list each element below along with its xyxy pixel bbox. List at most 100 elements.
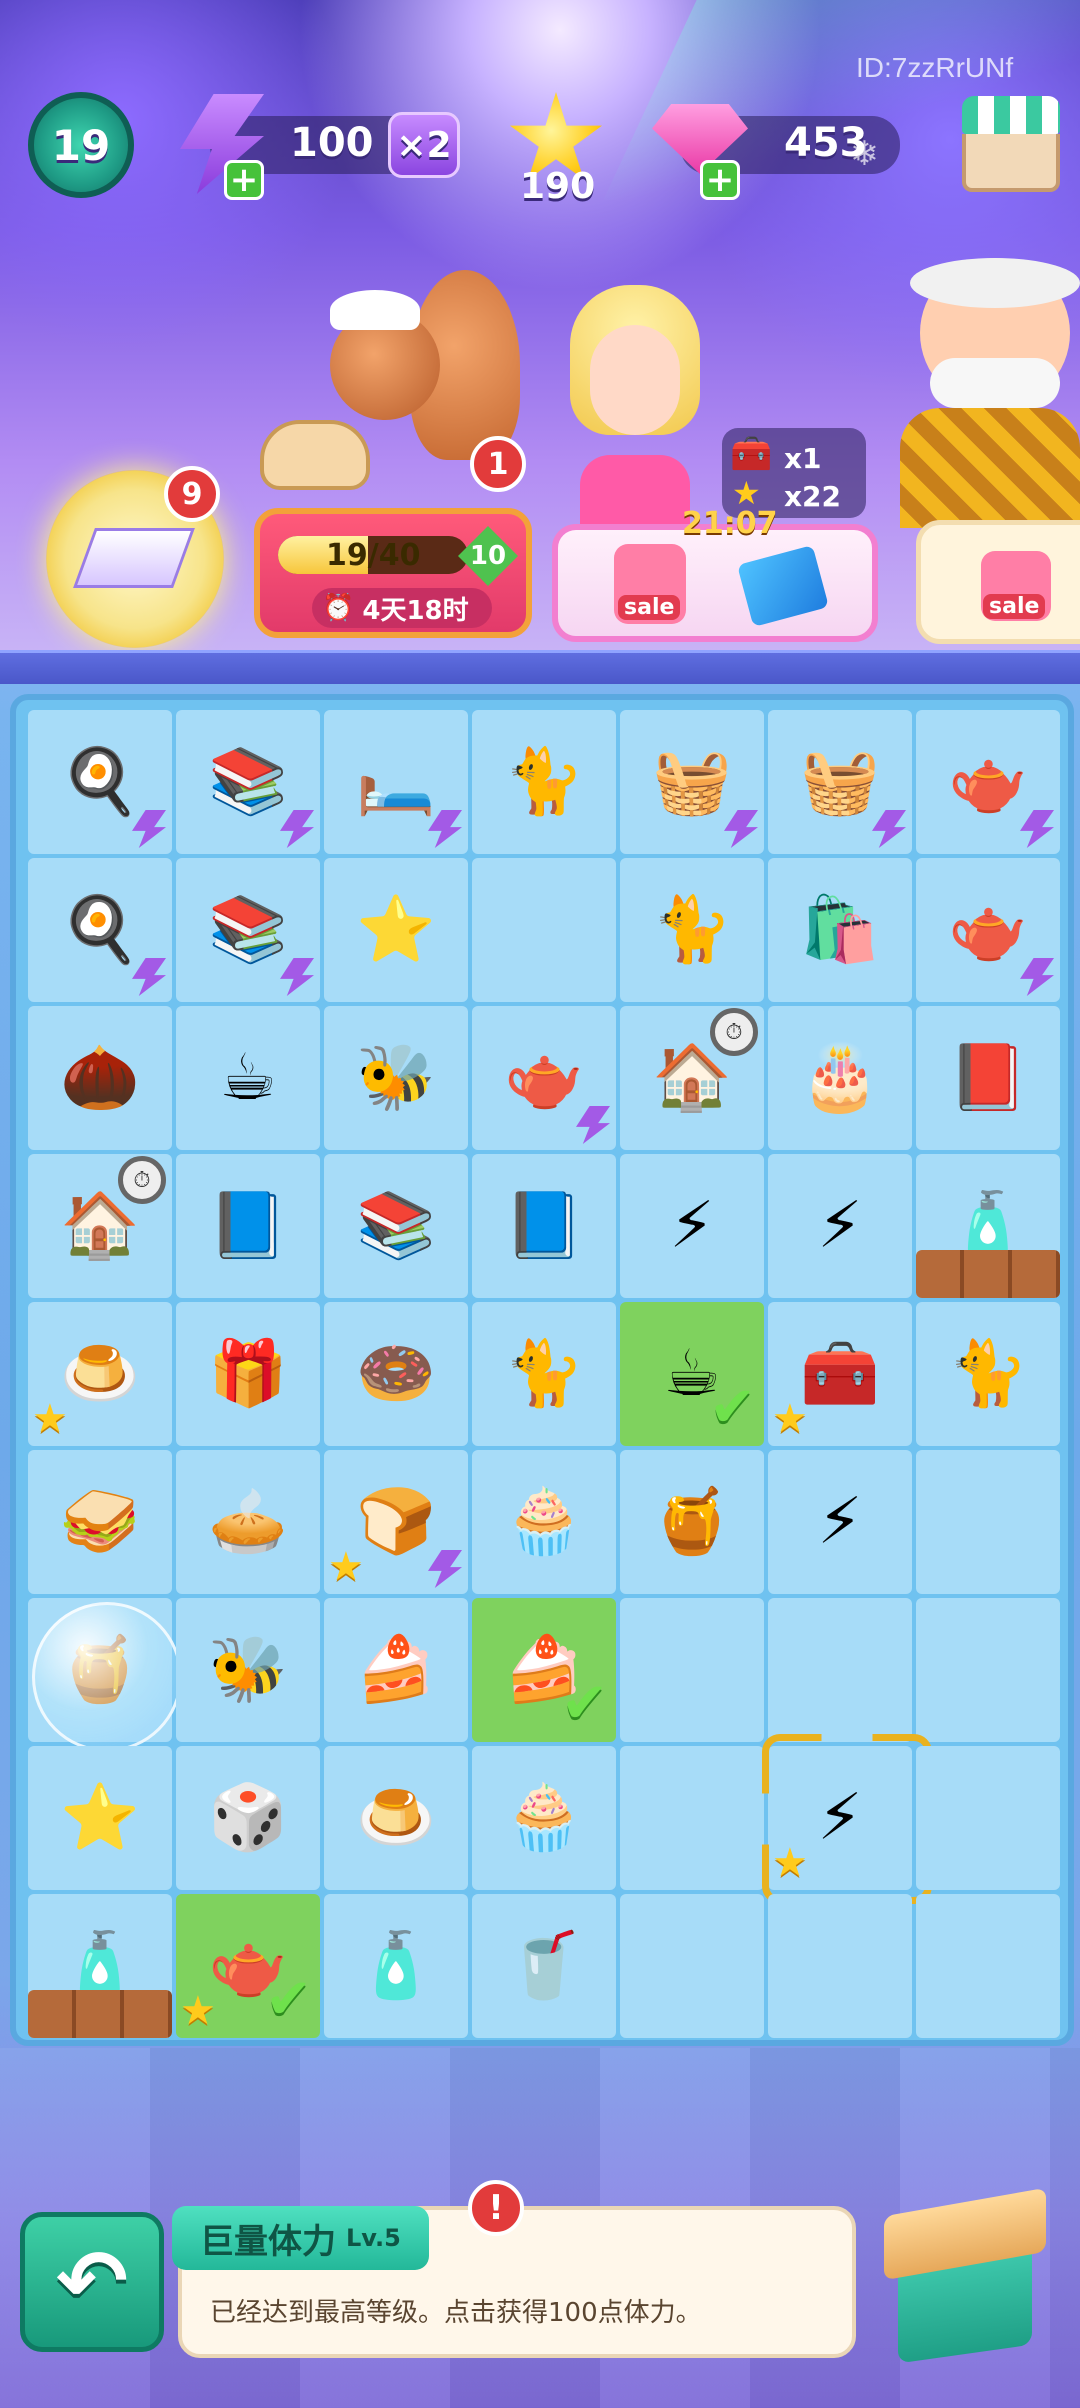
- board-cell[interactable]: 🎁: [176, 1302, 320, 1446]
- back-button[interactable]: ↶: [20, 2212, 164, 2352]
- board-cell[interactable]: 🍮: [324, 1746, 468, 1890]
- board-cell[interactable]: 📕: [916, 1006, 1060, 1150]
- board-cell[interactable]: 🍮 ★: [28, 1302, 172, 1446]
- board-cell[interactable]: 🌰: [28, 1006, 172, 1150]
- board-cell[interactable]: 📚: [176, 858, 320, 1002]
- board-item-icon[interactable]: 📚: [194, 728, 302, 836]
- board-item-icon[interactable]: 📘: [490, 1172, 598, 1280]
- board-cell[interactable]: 🎲: [176, 1746, 320, 1890]
- board-cell[interactable]: 🍩: [324, 1302, 468, 1446]
- board-cell[interactable]: 🧁: [472, 1450, 616, 1594]
- board-item-icon[interactable]: 🐈: [638, 876, 746, 984]
- board-item-icon[interactable]: 🧁: [490, 1764, 598, 1872]
- board-item-icon[interactable]: ⭐: [342, 876, 450, 984]
- board-cell[interactable]: 🍰 ✔: [472, 1598, 616, 1742]
- board-cell[interactable]: 🐈: [620, 858, 764, 1002]
- board-item-icon[interactable]: 🎁: [194, 1320, 302, 1428]
- board-cell[interactable]: 🐝: [324, 1006, 468, 1150]
- board-item-icon[interactable]: 🐝: [194, 1616, 302, 1724]
- board-cell[interactable]: 🫖: [916, 710, 1060, 854]
- board-cell[interactable]: 🥪: [28, 1450, 172, 1594]
- board-item-icon[interactable]: 🐝: [342, 1024, 450, 1132]
- board-item-icon[interactable]: 🎲: [194, 1764, 302, 1872]
- offer-card-2[interactable]: sale: [916, 520, 1080, 644]
- board-cell[interactable]: [620, 1894, 764, 2038]
- board-item-icon[interactable]: 🥤: [490, 1912, 598, 2020]
- board-cell[interactable]: 📘: [176, 1154, 320, 1298]
- board-item-icon[interactable]: 🐈: [490, 1320, 598, 1428]
- board-item-icon[interactable]: 🍳: [46, 728, 154, 836]
- board-item-icon[interactable]: 🎂: [786, 1024, 894, 1132]
- board-cell[interactable]: ⚡: [620, 1154, 764, 1298]
- board-item-icon[interactable]: ⚡: [786, 1468, 894, 1576]
- board-cell[interactable]: ⚡: [768, 1154, 912, 1298]
- board-cell[interactable]: ⭐: [28, 1746, 172, 1890]
- board-cell[interactable]: 🧴: [916, 1154, 1060, 1298]
- board-cell[interactable]: 🍳: [28, 710, 172, 854]
- board-cell[interactable]: 🧺: [768, 710, 912, 854]
- board-cell[interactable]: 🛍️: [768, 858, 912, 1002]
- board-item-icon[interactable]: 🐈: [934, 1320, 1042, 1428]
- energy-multiplier-button[interactable]: ×2: [388, 112, 460, 178]
- board-cell[interactable]: 🐝: [176, 1598, 320, 1742]
- board-cell[interactable]: [916, 1894, 1060, 2038]
- board-cell[interactable]: 🧰 ★: [768, 1302, 912, 1446]
- offer-card[interactable]: 21:07 sale: [552, 506, 878, 642]
- board-item-icon[interactable]: 🍮: [342, 1764, 450, 1872]
- board-cell[interactable]: 🛏️: [324, 710, 468, 854]
- board-cell[interactable]: 🏠 ⏱: [28, 1154, 172, 1298]
- board-cell[interactable]: 📚: [176, 710, 320, 854]
- board-cell[interactable]: [768, 1598, 912, 1742]
- board-cell[interactable]: 🧺: [620, 710, 764, 854]
- board-cell[interactable]: ☕ ✔: [620, 1302, 764, 1446]
- inventory-box-button[interactable]: [880, 2187, 1050, 2364]
- board-item-icon[interactable]: 🧺: [786, 728, 894, 836]
- board-cell[interactable]: 🥤: [472, 1894, 616, 2038]
- board-item-icon[interactable]: 🍳: [46, 876, 154, 984]
- board-cell[interactable]: 🍳: [28, 858, 172, 1002]
- board-cell[interactable]: 🍞 ★: [324, 1450, 468, 1594]
- board-cell[interactable]: [916, 1450, 1060, 1594]
- board-cell[interactable]: 🫖: [472, 1006, 616, 1150]
- board-cell[interactable]: ⭐: [324, 858, 468, 1002]
- board-cell[interactable]: [620, 1746, 764, 1890]
- board-cell[interactable]: 🥧: [176, 1450, 320, 1594]
- board-cell[interactable]: 🍰: [324, 1598, 468, 1742]
- board-item-icon[interactable]: ⭐: [46, 1764, 154, 1872]
- board-cell[interactable]: 🧴: [324, 1894, 468, 2038]
- board-cell[interactable]: [472, 858, 616, 1002]
- board-item-icon[interactable]: 🧺: [638, 728, 746, 836]
- board-item-icon[interactable]: 🧴: [342, 1912, 450, 2020]
- board-item-icon[interactable]: 📚: [342, 1172, 450, 1280]
- board-item-icon[interactable]: 🐈: [490, 728, 598, 836]
- board-item-icon[interactable]: 🍩: [342, 1320, 450, 1428]
- board-item-icon[interactable]: 🍯: [638, 1468, 746, 1576]
- board-item-icon[interactable]: ⚡: [638, 1172, 746, 1280]
- board-cell[interactable]: 🧴: [28, 1894, 172, 2038]
- level-badge[interactable]: 19: [28, 92, 134, 198]
- board-cell[interactable]: 🍯: [28, 1598, 182, 1752]
- board-item-icon[interactable]: 🫖: [934, 728, 1042, 836]
- board-item-icon[interactable]: 🫖: [934, 876, 1042, 984]
- board-item-icon[interactable]: 🥧: [194, 1468, 302, 1576]
- sale-cake-item-2[interactable]: sale: [981, 551, 1051, 621]
- board-item-icon[interactable]: 🛏️: [342, 728, 450, 836]
- event-progress-card[interactable]: 19/40 10 ⏰ 4天18时: [254, 508, 532, 638]
- shop-button[interactable]: [962, 96, 1060, 196]
- board-cell[interactable]: [620, 1598, 764, 1742]
- board-item-icon[interactable]: 🌰: [46, 1024, 154, 1132]
- board-cell[interactable]: 🐈: [916, 1302, 1060, 1446]
- item-info-panel[interactable]: 巨量体力 Lv.5 ! 已经达到最高等级。点击获得100点体力。: [172, 2180, 856, 2358]
- board-cell[interactable]: 🍯: [620, 1450, 764, 1594]
- board-item-icon[interactable]: ⚡: [786, 1172, 894, 1280]
- board-item-icon[interactable]: 🫖: [490, 1024, 598, 1132]
- board-cell[interactable]: [916, 1746, 1060, 1890]
- board-cell[interactable]: 🧁: [472, 1746, 616, 1890]
- board-item-icon[interactable]: 🛍️: [786, 876, 894, 984]
- board-cell[interactable]: 🫖 ★ ✔: [176, 1894, 320, 2038]
- board-cell[interactable]: 🎂: [768, 1006, 912, 1150]
- board-cell[interactable]: ⚡: [768, 1450, 912, 1594]
- board-cell[interactable]: 📘: [472, 1154, 616, 1298]
- board-cell[interactable]: ☕: [176, 1006, 320, 1150]
- board-cell[interactable]: 🏠 ⏱: [620, 1006, 764, 1150]
